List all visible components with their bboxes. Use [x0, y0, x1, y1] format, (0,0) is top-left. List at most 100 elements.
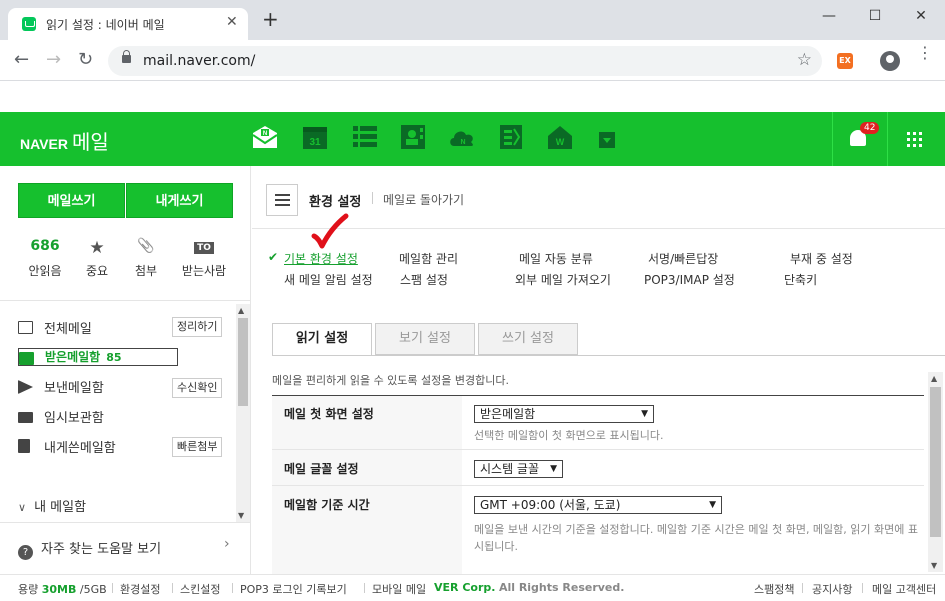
footer-link-settings[interactable]: 환경설정: [120, 581, 160, 597]
row-timezone: 메일함 기준 시간 GMT +09:00 (서울, 도쿄) ▼ 메일을 보낸 시간…: [272, 486, 924, 575]
menu-signature[interactable]: 서명/빠른답장: [648, 250, 718, 267]
lock-icon: [122, 50, 131, 63]
dropdown-arrow-icon: ▼: [709, 500, 716, 510]
contacts-icon[interactable]: [400, 124, 426, 150]
url-text: mail.naver.com/: [143, 53, 256, 69]
menu-toggle-button[interactable]: [266, 184, 298, 216]
capacity-prefix: 용량: [18, 583, 39, 596]
cloud-icon[interactable]: N: [448, 124, 474, 150]
menu-mailbox-manage[interactable]: 메일함 관리: [399, 250, 458, 267]
content-scrollbar[interactable]: ▲ ▼: [928, 372, 943, 572]
scroll-down-icon[interactable]: ▼: [931, 561, 937, 570]
mailbox-drafts[interactable]: 임시보관함: [18, 407, 178, 427]
calendar-icon[interactable]: 31: [302, 124, 328, 150]
naver-header: NAVER 메일 N 31 N W: [0, 112, 945, 166]
footer-link-pop3-log[interactable]: POP3 로그인 기록보기: [240, 581, 347, 597]
browser-tab[interactable]: 읽기 설정 : 네이버 메일 ✕: [8, 8, 248, 40]
reload-icon[interactable]: ↻: [78, 50, 93, 70]
tab-write-settings[interactable]: 쓰기 설정: [478, 323, 578, 355]
tab-close-icon[interactable]: ✕: [226, 14, 238, 30]
logo-mail-text: 메일: [71, 130, 109, 154]
write-to-self-button[interactable]: 내게쓰기: [126, 183, 233, 218]
tab-view-settings[interactable]: 보기 설정: [375, 323, 475, 355]
quick-attach-button[interactable]: 빠른첨부: [172, 437, 223, 457]
mailbox-label: 임시보관함: [44, 411, 104, 426]
forward-arrow-icon[interactable]: →: [46, 50, 61, 70]
red-check-mark-icon: [311, 213, 349, 249]
browser-menu-icon[interactable]: ⋮: [917, 45, 933, 61]
more-services-icon[interactable]: [599, 132, 615, 148]
list-icon[interactable]: [352, 124, 378, 150]
unread-label: 안읽음: [28, 264, 62, 278]
scroll-up-icon[interactable]: ▲: [931, 374, 937, 383]
pay-house-icon[interactable]: W: [546, 124, 572, 150]
stat-attachment[interactable]: 📎 첨부: [121, 238, 171, 279]
dropdown-arrow-icon: ▼: [550, 464, 557, 474]
timezone-select[interactable]: GMT +09:00 (서울, 도쿄) ▼: [474, 496, 722, 514]
url-bar[interactable]: mail.naver.com/ ☆: [108, 46, 822, 76]
memo-icon[interactable]: [498, 124, 524, 150]
menu-auto-sort[interactable]: 메일 자동 분류: [519, 250, 593, 267]
maximize-button[interactable]: ☐: [852, 4, 898, 28]
stat-to-me[interactable]: TO 받는사람: [179, 238, 229, 279]
mailbox-label: 내게쓴메일함: [44, 441, 116, 456]
new-tab-button[interactable]: +: [262, 9, 279, 29]
back-to-mail-link[interactable]: 메일로 돌아가기: [383, 191, 464, 208]
bookmark-star-icon[interactable]: ☆: [797, 50, 812, 70]
menu-pop3-imap[interactable]: POP3/IMAP 설정: [644, 271, 735, 288]
menu-away[interactable]: 부재 중 설정: [790, 250, 853, 267]
scrollbar-thumb[interactable]: [930, 387, 941, 537]
select-value: 받은메일함: [480, 407, 536, 421]
back-arrow-icon[interactable]: ←: [14, 50, 29, 70]
row-label: 메일 첫 화면 설정: [284, 407, 374, 421]
window-close-button[interactable]: ✕: [898, 4, 944, 28]
tab-underline: [272, 355, 945, 356]
scroll-up-icon[interactable]: ▲: [238, 306, 244, 315]
footer-link-support[interactable]: 메일 고객센터: [872, 581, 936, 597]
menu-new-mail-alert[interactable]: 새 메일 알림 설정: [284, 271, 373, 288]
naver-mail-logo[interactable]: NAVER 메일: [20, 126, 109, 155]
mailbox-label: 보낸메일함: [44, 381, 104, 396]
menu-shortcuts[interactable]: 단축키: [784, 271, 817, 288]
mail-envelope-icon[interactable]: N: [252, 124, 278, 150]
mailbox-all[interactable]: 전체메일: [18, 318, 178, 338]
first-screen-select[interactable]: 받은메일함 ▼: [474, 405, 654, 423]
mailbox-self[interactable]: 내게쓴메일함: [18, 437, 178, 457]
read-receipt-button[interactable]: 수신확인: [172, 378, 223, 398]
calendar-day-text: 31: [309, 137, 321, 148]
apps-grid-icon[interactable]: [907, 132, 923, 148]
svg-text:W: W: [556, 137, 565, 147]
folder-icon: [18, 412, 33, 423]
footer-link-notice[interactable]: 공지사항: [812, 581, 852, 597]
footer-link-skin[interactable]: 스킨설정: [180, 581, 220, 597]
scroll-down-icon[interactable]: ▼: [238, 511, 244, 520]
my-mailbox-toggle[interactable]: ∨ 내 메일함: [18, 496, 86, 515]
sidebar-divider: [0, 522, 250, 523]
font-select[interactable]: 시스템 글꼴 ▼: [474, 460, 563, 478]
header-divider: [887, 112, 888, 166]
organize-button[interactable]: 정리하기: [172, 317, 223, 337]
profile-avatar-icon[interactable]: [880, 51, 900, 71]
sidebar-scrollbar[interactable]: ▲ ▼: [236, 304, 250, 522]
stat-unread[interactable]: 686 안읽음: [20, 238, 70, 279]
mailbox-inbox[interactable]: 받은메일함 85: [18, 348, 178, 366]
scrollbar-thumb[interactable]: [238, 318, 248, 406]
write-mail-button[interactable]: 메일쓰기: [18, 183, 125, 218]
footer-link-mobile[interactable]: 모바일 메일: [372, 581, 426, 597]
chevron-right-icon[interactable]: ›: [224, 536, 230, 552]
tab-read-settings[interactable]: 읽기 설정: [272, 323, 372, 356]
mailbox-label: 받은메일함: [45, 350, 101, 364]
minimize-button[interactable]: —: [806, 4, 852, 28]
menu-spam[interactable]: 스팸 설정: [400, 271, 448, 288]
stat-important[interactable]: ★ 중요: [72, 238, 122, 279]
address-bar-area: ← → ↻ mail.naver.com/ ☆: [0, 40, 945, 81]
footer-link-spam-policy[interactable]: 스팸정책: [754, 581, 794, 597]
page-title: 환경 설정: [309, 195, 362, 210]
capacity-used: 30MB: [41, 583, 77, 596]
mailbox-sent[interactable]: 보낸메일함: [18, 377, 178, 397]
menu-external-mail[interactable]: 외부 메일 가져오기: [515, 271, 611, 288]
help-link[interactable]: ? 자주 찾는 도움말 보기: [18, 538, 161, 560]
menu-general-settings[interactable]: 기본 환경 설정: [284, 250, 358, 267]
extension-icon[interactable]: EX: [837, 53, 853, 69]
settings-description: 메일을 편리하게 읽을 수 있도록 설정을 변경합니다.: [272, 374, 509, 387]
